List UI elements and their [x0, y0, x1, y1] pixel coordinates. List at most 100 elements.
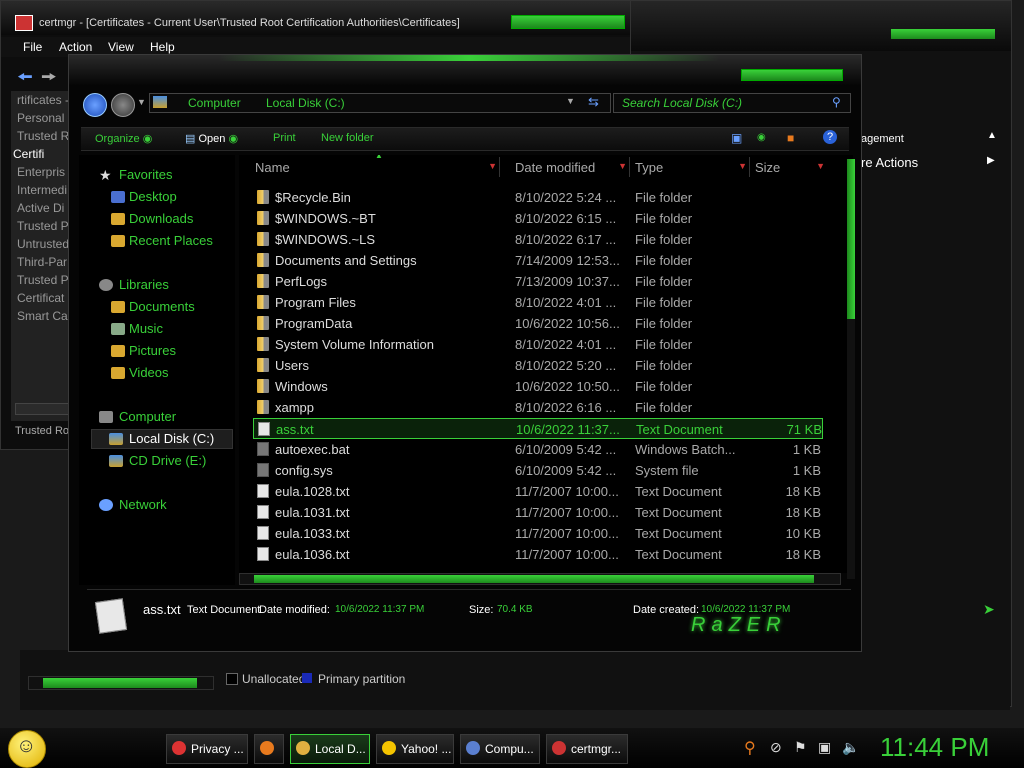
more-actions-item[interactable]: re Actions ▶: [861, 155, 1001, 173]
nav-local-disk[interactable]: Local Disk (C:): [129, 431, 214, 446]
tray-network-icon[interactable]: ▣: [818, 739, 831, 756]
tree-item[interactable]: Third-Par: [17, 255, 67, 269]
menu-view[interactable]: View: [108, 40, 134, 54]
file-row[interactable]: Program Files 8/10/2022 4:01 ... File fold…: [253, 292, 823, 313]
tray-search-icon[interactable]: ⚲: [744, 738, 756, 758]
nav-favorites[interactable]: Favorites: [119, 167, 172, 182]
file-row[interactable]: config.sys 6/10/2009 5:42 ... System file 1…: [253, 460, 823, 481]
file-row[interactable]: $WINDOWS.~BT 8/10/2022 6:15 ... File folde…: [253, 208, 823, 229]
open-button[interactable]: ▤ Open ◉: [185, 132, 238, 145]
file-row[interactable]: ass.txt 10/6/2022 11:37... Text Document 71…: [253, 418, 823, 439]
view-options-icon[interactable]: ▣: [731, 131, 742, 145]
nav-network[interactable]: Network: [119, 497, 167, 512]
tree-item[interactable]: Trusted R: [17, 129, 69, 143]
nav-documents[interactable]: Documents: [129, 299, 195, 314]
vertical-scrollbar[interactable]: [847, 159, 855, 579]
file-row[interactable]: System Volume Information 8/10/2022 4:01 …: [253, 334, 823, 355]
tree-item[interactable]: Trusted P: [17, 273, 69, 287]
col-date[interactable]: Date modified ▼: [511, 157, 630, 177]
col-name[interactable]: Name ▼: [245, 157, 500, 177]
tray-flag-icon[interactable]: ⚑: [794, 739, 807, 756]
tree-item[interactable]: Certificat: [17, 291, 64, 305]
start-button[interactable]: ☺: [8, 730, 46, 768]
nav-videos[interactable]: Videos: [129, 365, 169, 380]
collapse-icon[interactable]: ▲: [987, 130, 997, 141]
file-list[interactable]: Name ▼ Date modified ▼ Type ▼ Size ▼ ▲ $…: [239, 155, 853, 573]
taskbar-button[interactable]: Local D...: [290, 734, 370, 764]
preview-pane-icon[interactable]: ■: [787, 131, 794, 145]
refresh-icon[interactable]: ⇆: [588, 94, 599, 110]
tree-item[interactable]: Personal: [17, 111, 64, 125]
search-icon[interactable]: ⚲: [832, 95, 841, 109]
file-row[interactable]: $WINDOWS.~LS 8/10/2022 6:17 ... File folde…: [253, 229, 823, 250]
address-dropdown-icon[interactable]: ▼: [566, 96, 575, 106]
nav-cd-drive[interactable]: CD Drive (E:): [129, 453, 206, 468]
tree-item[interactable]: Active Di: [17, 201, 64, 215]
file-row[interactable]: eula.1036.txt 11/7/2007 10:00... Text Docu…: [253, 544, 823, 565]
col-type[interactable]: Type ▼: [631, 157, 750, 177]
breadcrumb-local-disk[interactable]: Local Disk (C:): [266, 96, 345, 110]
explorer-window[interactable]: ▼ Computer Local Disk (C:) ▼ ⇆ Search Lo…: [68, 54, 862, 652]
menu-action[interactable]: Action: [59, 40, 92, 54]
back-button[interactable]: [83, 93, 107, 117]
tree-item[interactable]: Untrusted: [17, 237, 69, 251]
horizontal-scrollbar[interactable]: [239, 573, 841, 585]
explorer-titlebar[interactable]: [69, 55, 861, 85]
nav-libraries[interactable]: Libraries: [119, 277, 169, 292]
file-row[interactable]: autoexec.bat 6/10/2009 5:42 ... Windows Ba…: [253, 439, 823, 460]
actions-header[interactable]: agement ▲: [861, 130, 1001, 149]
new-folder-button[interactable]: New folder: [321, 132, 374, 144]
print-button[interactable]: Print: [273, 132, 296, 144]
taskbar-button[interactable]: [254, 734, 284, 764]
file-row[interactable]: PerfLogs 7/13/2009 10:37... File folder: [253, 271, 823, 292]
breadcrumb-computer[interactable]: Computer: [188, 96, 241, 110]
view-dropdown-icon[interactable]: ◉: [757, 132, 766, 143]
nav-desktop[interactable]: Desktop: [129, 189, 177, 204]
tree-item[interactable]: Enterpris: [17, 165, 65, 179]
disk-hscroll[interactable]: [28, 676, 214, 690]
tree-item[interactable]: Trusted P: [17, 219, 69, 233]
help-icon[interactable]: ?: [823, 130, 837, 144]
menu-help[interactable]: Help: [150, 40, 175, 54]
col-type-sort-icon[interactable]: ▼: [738, 161, 747, 171]
address-bar[interactable]: Computer Local Disk (C:) ▼ ⇆: [149, 93, 611, 113]
disk-window-controls[interactable]: [891, 29, 995, 39]
menu-file[interactable]: File: [23, 40, 42, 54]
tree-item[interactable]: rtificates -: [17, 93, 69, 107]
explorer-window-controls[interactable]: [741, 69, 843, 81]
vertical-scrollbar-thumb[interactable]: [847, 159, 855, 319]
tree-item[interactable]: Smart Ca: [17, 309, 68, 323]
certmgr-titlebar[interactable]: certmgr - [Certificates - Current User\T…: [1, 1, 637, 35]
col-date-sort-icon[interactable]: ▼: [618, 161, 627, 171]
certmgr-hscroll[interactable]: [15, 403, 73, 415]
certmgr-tree[interactable]: rtificates - Personal Trusted R Certifi Ente…: [11, 91, 71, 421]
col-size-sort-icon[interactable]: ▼: [816, 161, 825, 171]
file-row[interactable]: Windows 10/6/2022 10:50... File folder: [253, 376, 823, 397]
file-row[interactable]: eula.1033.txt 11/7/2007 10:00... Text Docu…: [253, 523, 823, 544]
file-row[interactable]: Documents and Settings 7/14/2009 12:53...…: [253, 250, 823, 271]
taskbar-button[interactable]: Privacy ...: [166, 734, 248, 764]
file-row[interactable]: xampp 8/10/2022 6:16 ... File folder: [253, 397, 823, 418]
nav-computer[interactable]: Computer: [119, 409, 176, 424]
col-size[interactable]: Size ▼: [751, 157, 827, 177]
file-row[interactable]: eula.1031.txt 11/7/2007 10:00... Text Docu…: [253, 502, 823, 523]
disk-hscroll-thumb[interactable]: [43, 678, 197, 688]
file-row[interactable]: Users 8/10/2022 5:20 ... File folder: [253, 355, 823, 376]
tray-block-icon[interactable]: ⊘: [770, 739, 782, 756]
nav-recent-places[interactable]: Recent Places: [129, 233, 213, 248]
taskbar-button[interactable]: Yahoo! ...: [376, 734, 454, 764]
file-row[interactable]: $Recycle.Bin 8/10/2022 5:24 ... File folde…: [253, 187, 823, 208]
certmgr-window-controls[interactable]: [511, 15, 625, 29]
tree-item-selected[interactable]: Certifi: [13, 147, 44, 161]
tray-volume-icon[interactable]: 🔈: [842, 739, 859, 756]
nav-pictures[interactable]: Pictures: [129, 343, 176, 358]
forward-button[interactable]: [111, 93, 135, 117]
taskbar-button[interactable]: certmgr...: [546, 734, 628, 764]
taskbar-button[interactable]: Compu...: [460, 734, 540, 764]
search-input[interactable]: Search Local Disk (C:) ⚲: [613, 93, 851, 113]
organize-button[interactable]: Organize ◉: [95, 132, 152, 145]
file-row[interactable]: eula.1028.txt 11/7/2007 10:00... Text Docu…: [253, 481, 823, 502]
col-name-sort-icon[interactable]: ▼: [488, 161, 497, 171]
nav-music[interactable]: Music: [129, 321, 163, 336]
disk-titlebar[interactable]: [631, 1, 1011, 51]
